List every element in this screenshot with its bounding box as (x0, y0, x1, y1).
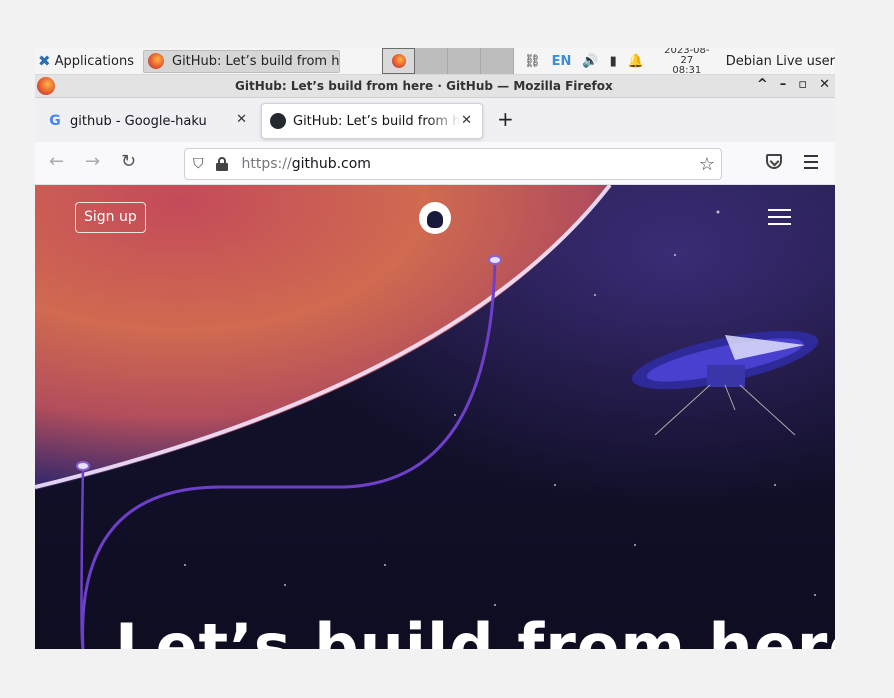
workspace-4[interactable] (481, 48, 515, 74)
keyboard-layout-indicator[interactable]: EN (552, 54, 572, 69)
site-menu-button[interactable] (768, 209, 791, 230)
back-button[interactable]: ← (49, 152, 64, 172)
github-hero: Sign up Let’s build from here (35, 185, 835, 649)
workspace-2[interactable] (415, 48, 449, 74)
sign-up-button[interactable]: Sign up (75, 202, 146, 233)
volume-icon[interactable]: 🔊 (582, 54, 598, 69)
notifications-bell-icon[interactable]: 🔔 (628, 54, 644, 69)
top-panel: ✖ Applications GitHub: Let’s build from … (35, 48, 835, 76)
network-icon[interactable]: ⛓ (524, 54, 541, 69)
github-logo-icon[interactable] (419, 202, 451, 234)
tracking-protection-shield-icon[interactable]: ⛉ (193, 156, 204, 172)
firefox-mini-icon (391, 54, 406, 68)
clock[interactable]: 2023-08-27 08:31 (658, 48, 716, 76)
desktop-screen: ✖ Applications GitHub: Let’s build from … (35, 48, 835, 649)
drone-illustration (631, 330, 819, 436)
user-menu[interactable]: Debian Live user (726, 54, 835, 69)
xfce-logo-icon: ✖ (38, 52, 51, 70)
firefox-window-icon[interactable] (37, 77, 55, 95)
reload-button[interactable]: ↻ (121, 152, 136, 172)
app-menu-button[interactable] (804, 155, 818, 173)
tab-label: GitHub: Let’s build from here (293, 113, 461, 129)
close-tab-icon[interactable]: ✕ (461, 113, 472, 128)
tab-google-search[interactable]: G github - Google-haku ✕ (39, 103, 257, 139)
pocket-icon[interactable] (766, 154, 782, 169)
keep-above-button[interactable]: ^ (757, 77, 768, 92)
taskbar-firefox-window[interactable]: GitHub: Let’s build from h... (143, 49, 341, 73)
clock-date: 2023-08-27 (664, 48, 710, 66)
url-host: github.com (291, 156, 371, 172)
lock-icon[interactable] (215, 157, 228, 171)
battery-icon[interactable]: ▮ (610, 54, 617, 69)
navigation-toolbar: ← → ↻ ⛉ https://github.com ☆ (35, 142, 835, 185)
close-tab-icon[interactable]: ✕ (236, 112, 247, 127)
maximize-button[interactable]: ▫ (798, 77, 807, 92)
google-icon: G (49, 113, 61, 129)
minimize-button[interactable]: – (780, 77, 787, 92)
workspace-3[interactable] (448, 48, 482, 74)
forward-button[interactable]: → (85, 152, 100, 172)
applications-menu[interactable]: ✖ Applications (35, 48, 137, 75)
window-titlebar[interactable]: GitHub: Let’s build from here · GitHub —… (35, 75, 835, 98)
system-tray: ⛓ EN 🔊 ▮ 🔔 (524, 54, 644, 69)
orbit-node-left (76, 461, 90, 471)
taskbar-window-label: GitHub: Let’s build from h... (172, 53, 341, 69)
tab-label: github - Google-haku (70, 113, 207, 129)
orbit-node-right (488, 255, 502, 265)
url-bar[interactable]: ⛉ https://github.com ☆ (184, 148, 722, 180)
tab-strip: G github - Google-haku ✕ GitHub: Let’s b… (35, 98, 835, 142)
tab-github[interactable]: GitHub: Let’s build from here ✕ (261, 103, 483, 139)
github-icon (270, 113, 286, 129)
new-tab-button[interactable]: + (497, 109, 514, 129)
hero-illustration (35, 185, 819, 649)
url-scheme: https:// (241, 156, 292, 172)
bookmark-star-icon[interactable]: ☆ (699, 154, 715, 175)
window-title: GitHub: Let’s build from here · GitHub —… (235, 79, 613, 93)
firefox-icon (148, 53, 164, 69)
close-window-button[interactable]: ✕ (819, 77, 830, 92)
workspace-switcher (382, 48, 515, 74)
workspace-1[interactable] (382, 48, 416, 74)
hero-headline: Let’s build from here (115, 610, 835, 649)
applications-label: Applications (54, 53, 134, 69)
url-text[interactable]: https://github.com (242, 156, 371, 172)
